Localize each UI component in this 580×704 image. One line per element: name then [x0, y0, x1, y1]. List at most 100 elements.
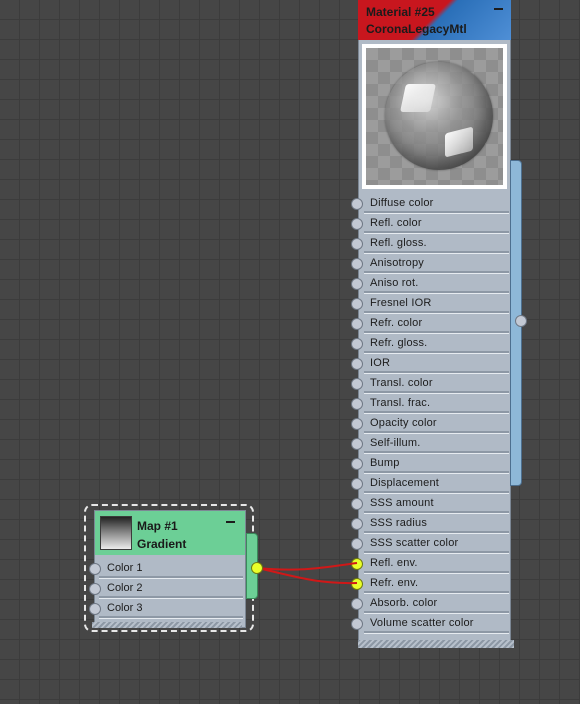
socket-label: Fresnel IOR — [370, 297, 432, 309]
material-node-type: CoronaLegacyMtl — [366, 22, 467, 36]
gradient-node-title: Map #1 — [137, 519, 178, 533]
socket-input-dot[interactable] — [351, 198, 363, 210]
sphere-reflection-highlight — [445, 126, 473, 158]
socket-label: Anisotropy — [370, 257, 424, 269]
material-node[interactable]: Material #25 CoronaLegacyMtl Diffuse col… — [351, 0, 511, 647]
socket-label: Color 2 — [107, 582, 143, 594]
socket-input-dot[interactable] — [351, 438, 363, 450]
socket-label: Refr. color — [370, 317, 423, 329]
socket-input-dot[interactable] — [351, 478, 363, 490]
material-node-header[interactable]: Material #25 CoronaLegacyMtl — [358, 0, 511, 40]
socket-input-dot[interactable] — [89, 583, 101, 595]
socket-input-dot[interactable] — [351, 238, 363, 250]
socket-input-dot[interactable] — [351, 418, 363, 430]
socket-label: Self-illum. — [370, 437, 421, 449]
socket-input-dot[interactable] — [351, 618, 363, 630]
socket-sss-amount[interactable]: SSS amount — [351, 494, 509, 514]
socket-label: IOR — [370, 357, 391, 369]
socket-label: Bump — [370, 457, 400, 469]
socket-refl-color[interactable]: Refl. color — [351, 214, 509, 234]
socket-label: Color 3 — [107, 602, 143, 614]
socket-aniso-rot[interactable]: Aniso rot. — [351, 274, 509, 294]
wire-refr-env[interactable] — [257, 567, 358, 585]
material-node-title: Material #25 — [366, 5, 435, 19]
minus-icon[interactable] — [226, 521, 235, 523]
socket-color-1[interactable]: Color 1 — [89, 559, 243, 579]
socket-input-dot[interactable] — [351, 518, 363, 530]
socket-transl-frac[interactable]: Transl. frac. — [351, 394, 509, 414]
socket-label: Volume scatter color — [370, 617, 474, 629]
gradient-node-body: Map #1 Gradient Color 1 Color 2 Color 3 — [89, 510, 246, 628]
socket-refr-env[interactable]: Refr. env. — [351, 574, 509, 594]
socket-label: SSS amount — [370, 497, 434, 509]
socket-label: Refr. env. — [370, 577, 419, 589]
socket-label: SSS radius — [370, 517, 428, 529]
socket-label: Opacity color — [370, 417, 437, 429]
socket-volume-scatter-color[interactable]: Volume scatter color — [351, 614, 509, 634]
socket-transl-color[interactable]: Transl. color — [351, 374, 509, 394]
socket-input-dot[interactable] — [351, 278, 363, 290]
socket-diffuse-color[interactable]: Diffuse color — [351, 194, 509, 214]
socket-sss-radius[interactable]: SSS radius — [351, 514, 509, 534]
socket-refl-env[interactable]: Refl. env. — [351, 554, 509, 574]
socket-sss-scatter-color[interactable]: SSS scatter color — [351, 534, 509, 554]
socket-input-dot[interactable] — [351, 218, 363, 230]
socket-displacement[interactable]: Displacement — [351, 474, 509, 494]
socket-fresnel-ior[interactable]: Fresnel IOR — [351, 294, 509, 314]
gradient-node-resize-grip[interactable] — [92, 622, 242, 628]
socket-label: Refl. gloss. — [370, 237, 427, 249]
gradient-thumbnail — [100, 516, 132, 550]
socket-anisotropy[interactable]: Anisotropy — [351, 254, 509, 274]
socket-input-dot[interactable] — [89, 563, 101, 575]
socket-label: Displacement — [370, 477, 440, 489]
socket-label: SSS scatter color — [370, 537, 459, 549]
socket-input-dot[interactable] — [351, 598, 363, 610]
material-node-resize-grip[interactable] — [358, 640, 514, 648]
socket-input-dot[interactable] — [351, 338, 363, 350]
socket-label: Absorb. color — [370, 597, 438, 609]
socket-input-dot[interactable] — [351, 538, 363, 550]
socket-ior[interactable]: IOR — [351, 354, 509, 374]
socket-refr-color[interactable]: Refr. color — [351, 314, 509, 334]
socket-input-dot[interactable] — [351, 258, 363, 270]
socket-input-dot[interactable] — [351, 378, 363, 390]
wire-refl-env[interactable] — [257, 562, 358, 571]
socket-label: Refr. gloss. — [370, 337, 428, 349]
socket-opacity-color[interactable]: Opacity color — [351, 414, 509, 434]
socket-label: Refl. env. — [370, 557, 418, 569]
socket-input-dot[interactable] — [351, 398, 363, 410]
gradient-output-dot[interactable] — [251, 562, 263, 574]
minus-icon[interactable] — [494, 8, 503, 10]
material-socket-list: Diffuse color Refl. color Refl. gloss. A… — [351, 194, 511, 634]
socket-absorb-color[interactable]: Absorb. color — [351, 594, 509, 614]
gradient-map-node[interactable]: Map #1 Gradient Color 1 Color 2 Color 3 — [84, 504, 254, 632]
socket-refl-gloss[interactable]: Refl. gloss. — [351, 234, 509, 254]
socket-color-3[interactable]: Color 3 — [89, 599, 243, 619]
socket-label: Color 1 — [107, 562, 143, 574]
socket-label: Transl. frac. — [370, 397, 431, 409]
socket-label: Refl. color — [370, 217, 422, 229]
socket-input-dot-connected[interactable] — [351, 558, 363, 570]
sphere-reflection-highlight — [400, 84, 436, 112]
socket-input-dot[interactable] — [351, 298, 363, 310]
socket-label: Aniso rot. — [370, 277, 419, 289]
material-output-dot[interactable] — [515, 315, 527, 327]
socket-label: Diffuse color — [370, 197, 434, 209]
socket-label: Transl. color — [370, 377, 433, 389]
socket-bump[interactable]: Bump — [351, 454, 509, 474]
gradient-node-header[interactable]: Map #1 Gradient — [95, 511, 245, 555]
preview-checker-background — [366, 48, 503, 185]
socket-input-dot[interactable] — [89, 603, 101, 615]
gradient-node-type: Gradient — [137, 537, 187, 551]
socket-input-dot-connected[interactable] — [351, 578, 363, 590]
socket-self-illum[interactable]: Self-illum. — [351, 434, 509, 454]
preview-sphere — [385, 62, 493, 170]
material-preview — [362, 44, 507, 189]
socket-input-dot[interactable] — [351, 498, 363, 510]
socket-input-dot[interactable] — [351, 318, 363, 330]
socket-color-2[interactable]: Color 2 — [89, 579, 243, 599]
socket-input-dot[interactable] — [351, 358, 363, 370]
socket-refr-gloss[interactable]: Refr. gloss. — [351, 334, 509, 354]
gradient-socket-list: Color 1 Color 2 Color 3 — [89, 559, 245, 619]
socket-input-dot[interactable] — [351, 458, 363, 470]
